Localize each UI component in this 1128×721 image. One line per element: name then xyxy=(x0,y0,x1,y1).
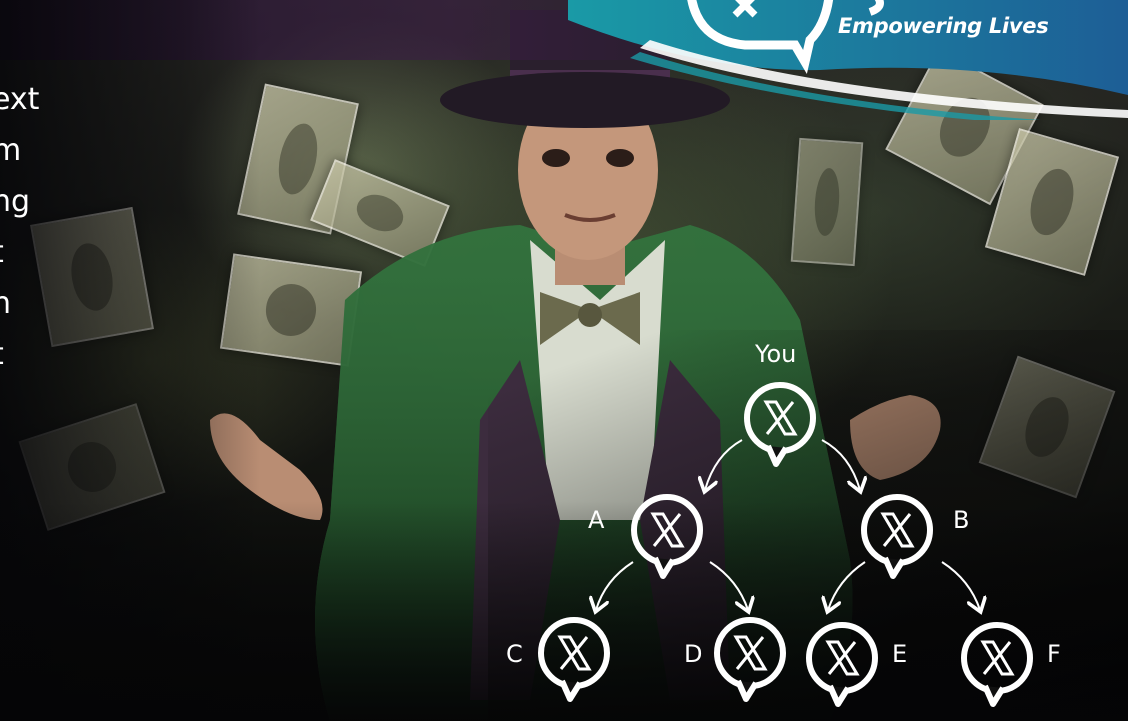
referral-tree-diagram xyxy=(0,0,1128,721)
arrow-a-to-c xyxy=(596,561,634,610)
tree-node-label-b: B xyxy=(953,506,970,534)
tree-node-label-e: E xyxy=(892,640,908,668)
x-chat-bubble-icon xyxy=(964,625,1030,704)
x-chat-bubble-icon xyxy=(864,497,930,576)
tree-node-label-c: C xyxy=(506,640,523,668)
x-chat-bubble-icon xyxy=(809,625,875,704)
tree-node-label-f: F xyxy=(1047,640,1061,668)
x-chat-bubble-icon xyxy=(541,620,607,699)
slide-canvas: Empowering Lives ext m ng t n t xyxy=(0,0,1128,721)
x-chat-bubble-icon xyxy=(717,620,783,699)
tree-root-label: You xyxy=(755,340,797,368)
arrow-b-to-e xyxy=(828,561,866,610)
x-chat-bubble-icon xyxy=(634,497,700,576)
arrow-b-to-f xyxy=(941,561,980,610)
arrow-you-to-b xyxy=(821,439,860,490)
tree-node-label-d: D xyxy=(684,640,703,668)
arrow-a-to-d xyxy=(709,561,748,610)
tree-node-label-a: A xyxy=(588,506,605,534)
arrow-you-to-a xyxy=(705,439,743,490)
x-chat-bubble-icon xyxy=(747,385,813,464)
